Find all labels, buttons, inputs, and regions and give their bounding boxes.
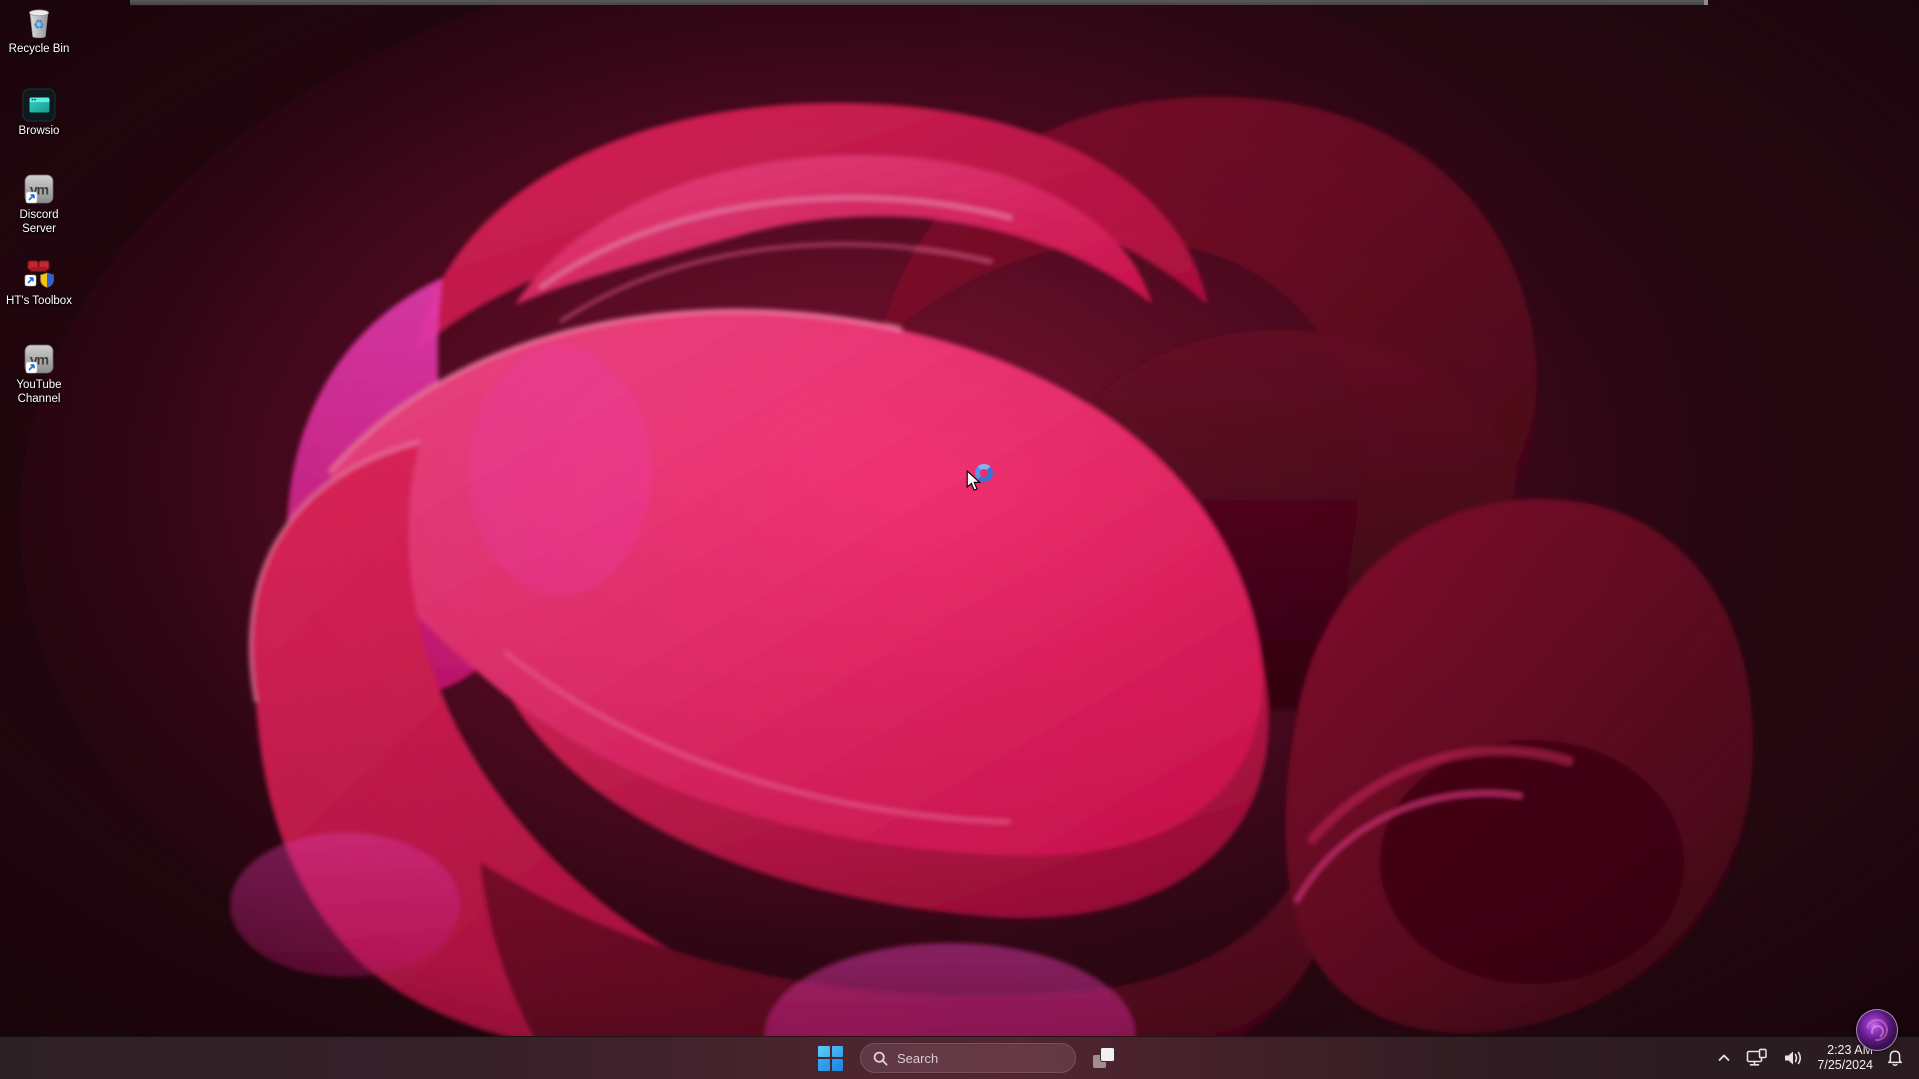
task-view-button[interactable]: [1086, 1040, 1122, 1076]
desktop-icon-label: Recycle Bin: [8, 43, 70, 55]
volume-tray-button[interactable]: [1777, 1041, 1809, 1075]
wallpaper-bloom: [0, 0, 1919, 1079]
volume-icon: [1785, 1051, 1802, 1065]
network-ethernet-icon: [1747, 1048, 1768, 1066]
search-placeholder: Search: [897, 1050, 939, 1066]
desktop-icon-discord-server[interactable]: vm Discord Server: [0, 172, 78, 236]
windows-logo-icon: [818, 1045, 843, 1071]
tray-overflow-button[interactable]: [1711, 1041, 1737, 1075]
desktop-icon-label: Browsio: [18, 125, 60, 137]
desktop-icon-recycle-bin[interactable]: ♻ Recycle Bin: [0, 6, 78, 57]
browser-window-icon: [22, 88, 56, 122]
taskbar-center-group: Search: [811, 1037, 1122, 1079]
arrow-cursor-icon: [966, 470, 981, 491]
search-input[interactable]: Search: [860, 1043, 1076, 1073]
desktop-icon-label: HT's Toolbox: [6, 295, 72, 307]
desktop-icon-label: YouTube Channel: [16, 379, 62, 405]
desktop-icon-hts-toolbox[interactable]: HT's Toolbox: [0, 258, 78, 309]
desktop[interactable]: [0, 0, 1919, 1079]
vm-shortcut-icon: vm: [24, 174, 54, 204]
desktop-icon-youtube-channel[interactable]: vm YouTube Channel: [0, 342, 78, 406]
task-view-icon: [1093, 1047, 1115, 1069]
uac-shield-icon: [40, 272, 54, 288]
network-tray-button[interactable]: [1741, 1041, 1773, 1075]
toolbox-shield-shortcut-icon: [24, 260, 54, 288]
recycle-bin-icon: ♻: [29, 9, 49, 39]
chevron-up-icon: [1718, 1054, 1730, 1061]
offscreen-window-edge[interactable]: [130, 0, 1708, 6]
purple-swirl-logo: [1856, 1009, 1898, 1051]
tray-date: 7/25/2024: [1817, 1058, 1873, 1072]
svg-text:♻: ♻: [33, 17, 45, 32]
taskbar: Search 2:23 AM 7/25/2024: [0, 1036, 1919, 1079]
desktop-icon-browsio[interactable]: Browsio: [0, 88, 78, 139]
start-button[interactable]: [811, 1040, 850, 1076]
desktop-icon-label: Discord Server: [19, 209, 59, 235]
notification-bell-icon: [1888, 1049, 1902, 1066]
vm-shortcut-icon: vm: [24, 344, 54, 374]
search-icon: [873, 1051, 888, 1065]
